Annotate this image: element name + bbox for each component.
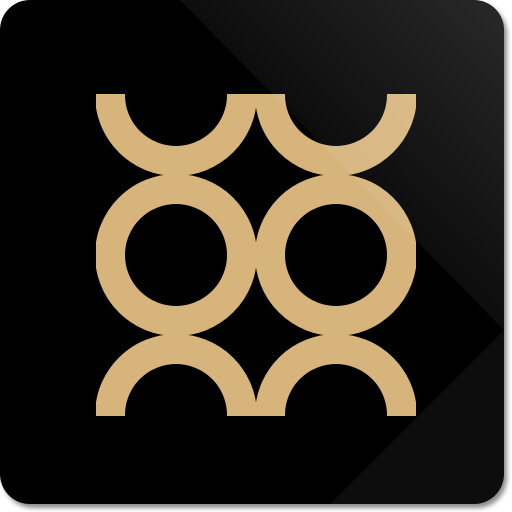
middle-left-ring [96,174,257,336]
top-right-arc [255,94,416,176]
bottom-right-arc [255,334,416,416]
rings-emblem-icon [96,94,416,416]
bottom-left-arc [96,334,257,416]
app-icon[interactable] [0,0,504,504]
middle-right-ring [255,174,416,336]
top-left-arc [96,94,257,176]
icon-canvas [0,0,512,512]
